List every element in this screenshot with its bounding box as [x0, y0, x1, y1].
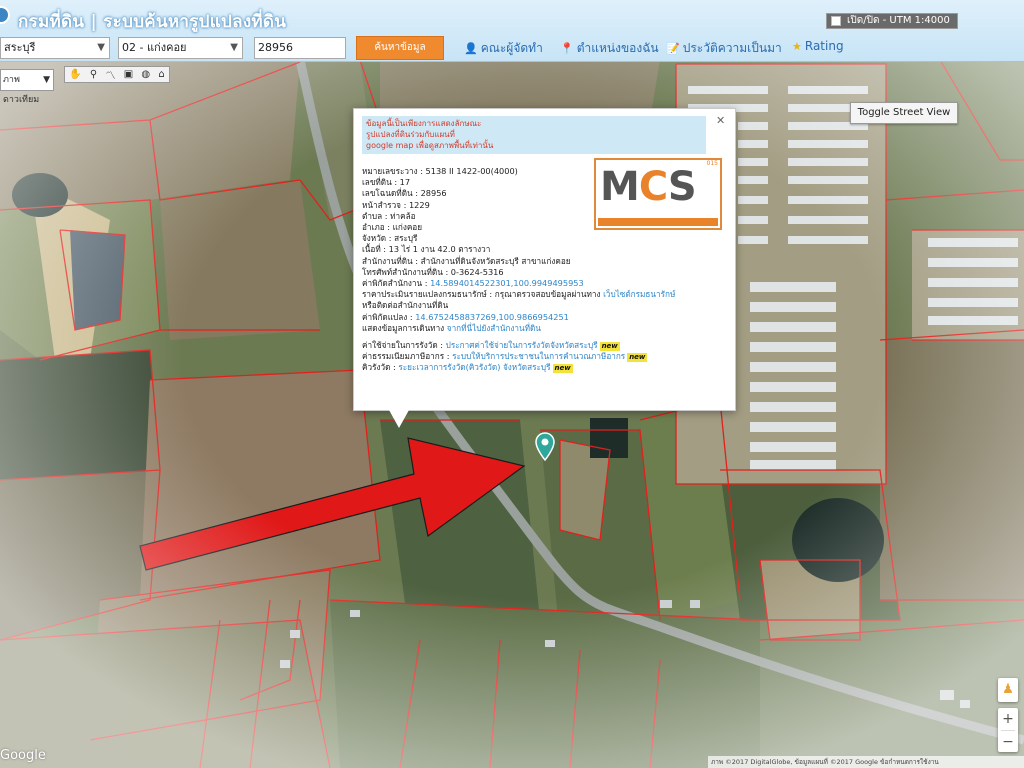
rectangle-tool-icon[interactable]: ▣	[124, 69, 133, 80]
sheet-number: หมายเลขระวาง : 5138 II 1422-00(4000)	[362, 166, 518, 176]
new-badge: new	[627, 353, 648, 363]
pan-hand-icon[interactable]: ✋	[69, 69, 81, 80]
appraisal-label: ราคาประเมินรายแปลงกรมธนารักษ์ : กรุณาตรว…	[362, 289, 604, 300]
tax-fee-link[interactable]: ระบบให้บริการประชาชนในการคำนวณภาษีอากร	[452, 351, 625, 361]
parcel-details: หมายเลขระวาง : 5138 II 1422-00(4000) เลข…	[362, 166, 722, 374]
parcel-coordinate-link[interactable]: 14.6752458837269,100.9866954251	[415, 312, 569, 322]
utm-toggle-label: เปิด/ปิด - UTM 1:4000	[847, 15, 950, 26]
close-icon[interactable]: ✕	[716, 114, 725, 127]
chevron-down-icon: ▼	[97, 42, 105, 53]
new-badge: new	[552, 364, 573, 374]
amphur: อำเภอ : แก่งคอย	[362, 222, 423, 233]
location-icon: 📍	[560, 42, 574, 55]
info-window-tail	[389, 410, 409, 428]
office-coordinate-label: ค่าพิกัดสำนักงาน :	[362, 278, 431, 289]
history-icon: 📝	[666, 42, 680, 55]
zoom-out-button[interactable]: −	[998, 731, 1018, 753]
utm-toggle[interactable]: เปิด/ปิด - UTM 1:4000	[826, 13, 958, 29]
zoom-in-button[interactable]: +	[998, 708, 1018, 730]
line-tool-icon[interactable]: 〽	[105, 67, 115, 82]
appraisal-contact: หรือติดต่อสำนักงานที่ดิน	[362, 300, 449, 311]
team-icon: 👤	[464, 42, 478, 55]
map-attribution[interactable]: ภาพ ©2017 DigitalGlobe, ข้อมูลแผนที่ ©20…	[708, 756, 1024, 768]
dol-logo-icon	[0, 6, 10, 24]
survey-fee-label: ค่าใช้จ่ายในการรังวัด :	[362, 340, 446, 351]
chevron-down-icon: ▼	[230, 42, 238, 53]
disclaimer-notice: ข้อมูลนี้เป็นเพียงการแสดงลักษณะ รูปแปลงท…	[362, 116, 706, 154]
toggle-street-view-button[interactable]: Toggle Street View	[850, 102, 958, 124]
google-logo: Google	[0, 748, 46, 763]
amphur-select-value: 02 - แก่งคอย	[122, 41, 187, 54]
parcel-number-value: 28956	[258, 41, 293, 54]
notice-line: google map เพื่อดูสภาพพื้นที่เท่านั้น	[366, 141, 494, 150]
land-office: สำนักงานที่ดิน : สำนักงานที่ดินจังหวัดสร…	[362, 255, 571, 266]
province-select[interactable]: สระบุรี ▼	[0, 37, 110, 59]
area: เนื้อที่ : 13 ไร่ 1 งาน 42.0 ตารางวา	[362, 244, 491, 255]
deed-number: เลขโฉนดที่ดิน : 28956	[362, 188, 447, 199]
star-icon: ★	[792, 40, 802, 53]
appraisal-info: ราคาประเมินรายแปลงกรมธนารักษ์ : กรุณาตรว…	[362, 289, 722, 300]
parcel-number: เลขที่ดิน : 17	[362, 177, 411, 188]
parcel-coordinate-label: ค่าพิกัดแปลง :	[362, 311, 416, 322]
province: จังหวัด : สระบุรี	[362, 233, 418, 244]
polygon-tool-icon[interactable]: ⌂	[158, 69, 164, 80]
survey-queue-label: คิวรังวัด :	[362, 362, 399, 373]
chevron-down-icon: ▼	[43, 75, 50, 85]
nav-rating[interactable]: ★ Rating	[792, 39, 844, 53]
office-coordinate-link[interactable]: 14.5894014522301,100.9949495953	[430, 278, 584, 288]
app-header: กรมที่ดิน | ระบบค้นหารูปแปลงที่ดิน เปิด/…	[0, 0, 1024, 62]
appraisal-link[interactable]: เว็บไซต์กรมธนารักษ์	[603, 289, 675, 299]
route-link[interactable]: จากที่นี่ไปยังสำนักงานที่ดิน	[447, 323, 541, 333]
amphur-select[interactable]: 02 - แก่งคอย ▼	[118, 37, 243, 59]
street-view-pegman-icon[interactable]: ♟	[998, 678, 1018, 702]
survey-fee-link[interactable]: ประกาศค่าใช้จ่ายในการรังวัดจังหวัดสระบุร…	[446, 340, 598, 350]
parcel-coordinate: ค่าพิกัดแปลง : 14.6752458837269,100.9866…	[362, 312, 722, 323]
notice-line: ข้อมูลนี้เป็นเพียงการแสดงลักษณะ	[366, 119, 482, 128]
tambon: ตำบล : ท่าคล้อ	[362, 210, 416, 221]
marker-tool-icon[interactable]: ⚲	[90, 69, 97, 80]
nav-rating-label: Rating	[804, 39, 844, 53]
nav-history-label: ประวัติความเป็นมา	[682, 41, 782, 55]
route-info: แสดงข้อมูลการเดินทาง จากที่นี่ไปยังสำนัก…	[362, 323, 722, 334]
survey-queue-link[interactable]: ระยะเวลาการรังวัด(คิวรังวัด) จังหวัดสระบ…	[398, 362, 550, 372]
circle-tool-icon[interactable]: ◍	[141, 69, 150, 80]
route-label: แสดงข้อมูลการเดินทาง	[362, 322, 447, 333]
draw-toolbar: ✋ ⚲ 〽 ▣ ◍ ⌂	[64, 66, 170, 83]
nav-team-label: คณะผู้จัดทำ	[480, 41, 543, 55]
search-button[interactable]: ค้นหาข้อมูล	[356, 36, 444, 60]
map-layer-select[interactable]: ภาพดาวเทียม ▼	[0, 69, 54, 105]
office-coordinate: ค่าพิกัดสำนักงาน : 14.5894014522301,100.…	[362, 278, 722, 289]
tax-fee-row: ค่าธรรมเนียมภาษีอากร : ระบบให้บริการประช…	[362, 351, 722, 363]
new-badge: new	[599, 342, 620, 352]
notice-line: รูปแปลงที่ดินร่วมกับแผนที่	[366, 130, 455, 139]
nav-team[interactable]: 👤 คณะผู้จัดทำ	[464, 39, 543, 58]
survey-page: หน้าสำรวจ : 1229	[362, 199, 430, 210]
nav-history[interactable]: 📝 ประวัติความเป็นมา	[666, 39, 782, 58]
utm-checkbox[interactable]	[831, 16, 841, 26]
layer-select-value: ภาพดาวเทียม	[3, 75, 40, 105]
zoom-control: + −	[998, 708, 1018, 752]
parcel-number-input[interactable]: 28956	[254, 37, 346, 59]
map-pin-icon[interactable]	[535, 432, 555, 466]
province-select-value: สระบุรี	[4, 41, 36, 54]
site-title: กรมที่ดิน | ระบบค้นหารูปแปลงที่ดิน	[18, 12, 287, 32]
nav-my-location[interactable]: 📍 ตำแหน่งของฉัน	[560, 39, 659, 58]
office-phone: โทรศัพท์สำนักงานที่ดิน : 0-3624-5316	[362, 266, 504, 277]
survey-fee-row: ค่าใช้จ่ายในการรังวัด : ประกาศค่าใช้จ่าย…	[362, 340, 722, 352]
nav-location-label: ตำแหน่งของฉัน	[576, 41, 659, 55]
survey-queue-row: คิวรังวัด : ระยะเวลาการรังวัด(คิวรังวัด)…	[362, 362, 722, 374]
tax-fee-label: ค่าธรรมเนียมภาษีอากร :	[362, 351, 453, 362]
